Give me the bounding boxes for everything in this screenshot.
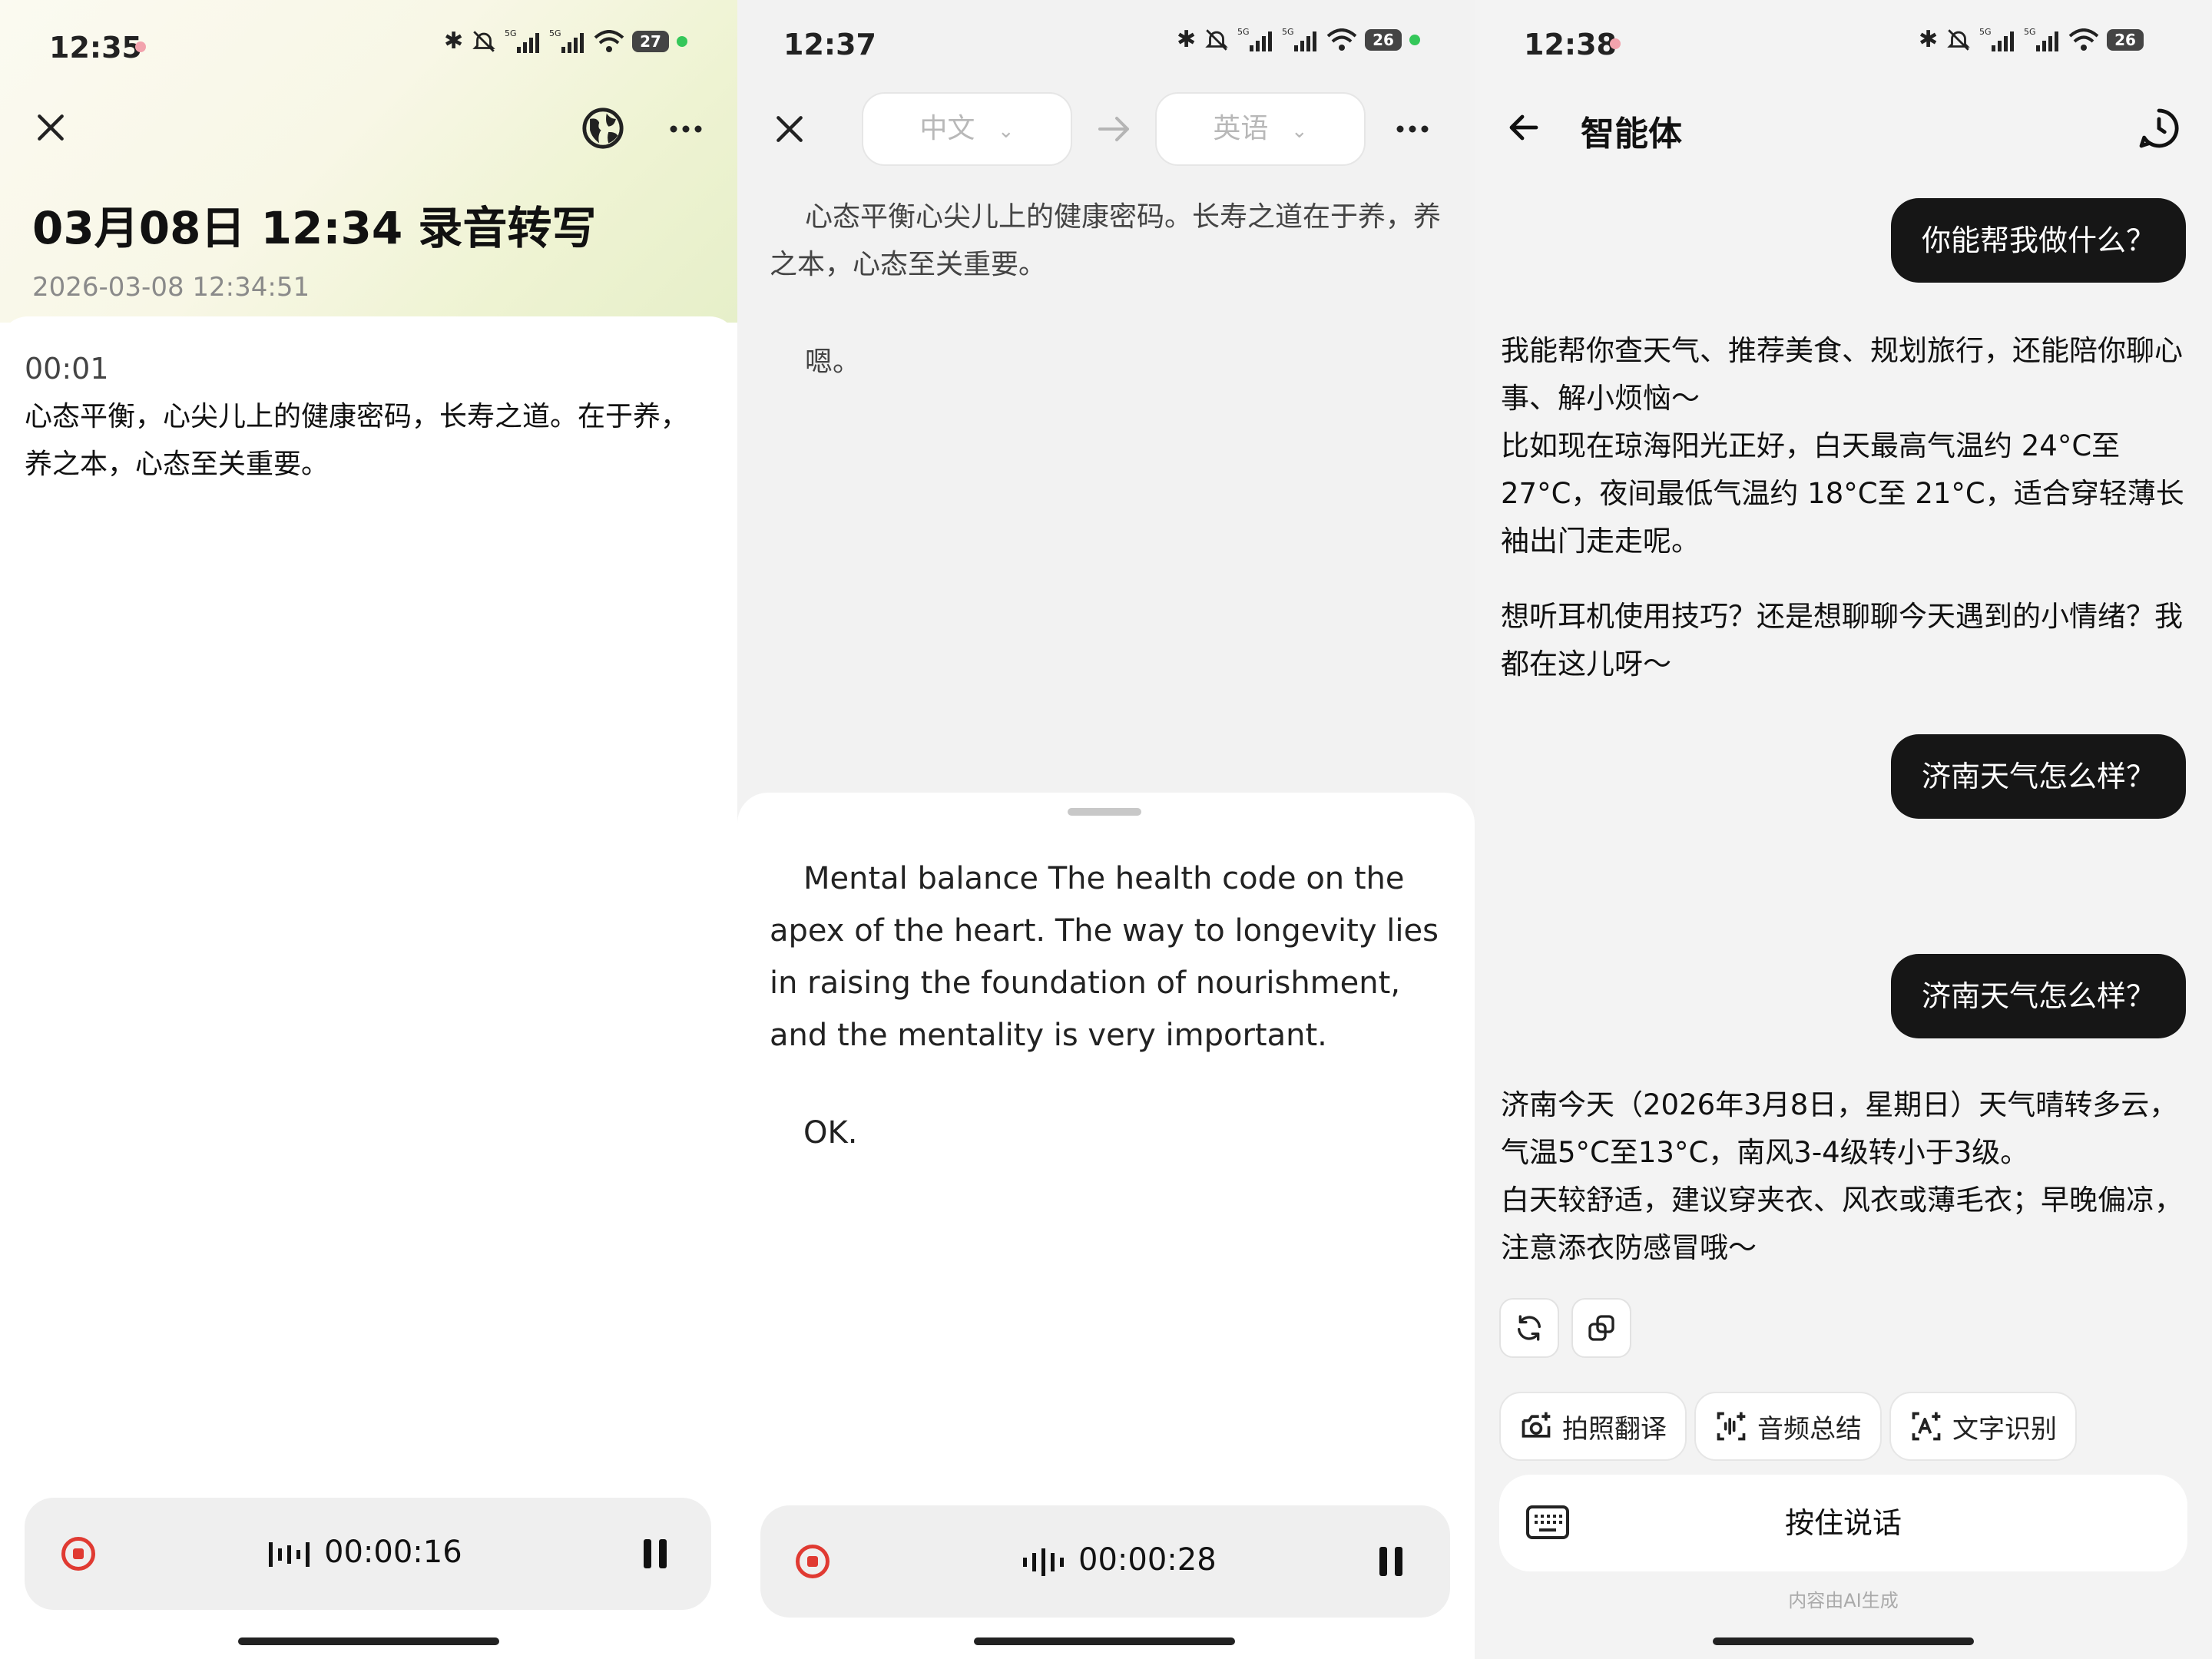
battery-icon: 27 bbox=[632, 30, 669, 52]
bluetooth-icon: ✱ bbox=[444, 28, 464, 55]
waveform-icon bbox=[1023, 1548, 1064, 1576]
signal-5g-icon: 5G bbox=[2024, 27, 2059, 51]
target-language-select[interactable]: 英语 ⌄ bbox=[1155, 92, 1366, 166]
bluetooth-icon: ✱ bbox=[1177, 26, 1197, 53]
signal-5g-icon: 5G bbox=[549, 28, 584, 53]
source-language-select[interactable]: 中文 ⌄ bbox=[862, 92, 1072, 166]
signal-5g-icon: 5G bbox=[505, 28, 540, 53]
page-title: 智能体 bbox=[1581, 114, 1682, 154]
target-language-label: 英语 bbox=[1213, 113, 1269, 144]
user-message-bubble: 济南天气怎么样？ bbox=[1890, 954, 2186, 1038]
hold-to-talk-bar[interactable]: 按住说话 bbox=[1499, 1475, 2187, 1571]
recording-timer: 00:00:28 bbox=[1078, 1542, 1217, 1578]
privacy-dot bbox=[1409, 34, 1420, 45]
chip-photo-translate[interactable]: 拍照翻译 bbox=[1499, 1392, 1687, 1461]
page-title: 03月08日 12:34 录音转写 bbox=[32, 202, 597, 254]
wifi-icon bbox=[594, 29, 624, 52]
user-message-bubble: 你能帮我做什么？ bbox=[1890, 198, 2186, 283]
mute-bell-icon bbox=[1205, 28, 1228, 51]
close-icon[interactable] bbox=[773, 112, 806, 146]
status-time: 12:37 bbox=[783, 28, 876, 61]
chevron-down-icon: ⌄ bbox=[1290, 120, 1308, 143]
ai-disclaimer: 内容由AI生成 bbox=[1788, 1590, 1899, 1611]
svg-text:5G: 5G bbox=[1282, 27, 1294, 37]
waveform-icon bbox=[269, 1542, 310, 1567]
audio-scan-icon bbox=[1717, 1412, 1746, 1441]
battery-icon: 26 bbox=[1365, 28, 1402, 51]
status-icons: ✱ 5G 5G 26 bbox=[1919, 26, 2144, 53]
source-language-label: 中文 bbox=[919, 113, 975, 144]
mute-bell-icon bbox=[472, 30, 495, 52]
recording-timer: 00:00:16 bbox=[324, 1535, 462, 1570]
assistant-message-text: 比如现在琼海阳光正好，白天最高气温约 24°C至 27°C，夜间最低气温约 18… bbox=[1501, 429, 2184, 558]
pause-button[interactable] bbox=[1379, 1547, 1402, 1576]
signal-5g-icon: 5G bbox=[1237, 27, 1273, 51]
assistant-message-text: 想听耳机使用技巧？还是想聊聊今天遇到的小情绪？我都在这儿呀～ bbox=[1501, 600, 2183, 680]
chip-text-recognition[interactable]: 文字识别 bbox=[1889, 1392, 2077, 1461]
copy-button[interactable] bbox=[1571, 1298, 1631, 1358]
hold-to-talk-label: 按住说话 bbox=[1784, 1506, 1902, 1540]
svg-text:5G: 5G bbox=[1237, 27, 1250, 37]
copy-icon bbox=[1588, 1315, 1614, 1341]
status-icons: ✱ 5G 5G 27 bbox=[444, 28, 687, 55]
chip-label: 音频总结 bbox=[1757, 1413, 1862, 1445]
regenerate-button[interactable] bbox=[1499, 1298, 1559, 1358]
more-icon[interactable] bbox=[667, 115, 705, 143]
assistant-message-text: 我能帮你查天气、推荐美食、规划旅行，还能陪你聊心事、解小烦恼～ bbox=[1501, 334, 2183, 415]
svg-text:5G: 5G bbox=[1979, 27, 1992, 37]
recording-datetime: 2026-03-08 12:34:51 bbox=[32, 272, 310, 303]
segment-timestamp: 00:01 bbox=[25, 352, 109, 386]
chip-label: 拍照翻译 bbox=[1562, 1413, 1667, 1445]
bluetooth-icon: ✱ bbox=[1919, 26, 1939, 53]
svg-text:5G: 5G bbox=[505, 28, 517, 38]
source-text: 心态平衡心尖儿上的健康密码。长寿之道在于养，养之本，心态至关重要。 bbox=[770, 201, 1442, 280]
history-clock-icon[interactable] bbox=[2137, 106, 2181, 151]
mute-bell-icon bbox=[1947, 28, 1970, 51]
status-time: 12:38 bbox=[1524, 28, 1617, 61]
status-time: 12:35 bbox=[49, 31, 142, 65]
assistant-message-text: 白天较舒适，建议穿夹衣、风衣或薄毛衣；早晚偏凉，注意添衣防感冒哦～ bbox=[1501, 1184, 2183, 1264]
agent-chat-screen: 12:38 ✱ 5G 5G 26 智能体 你能帮我做什么？ 我能帮你查天气、推荐… bbox=[1475, 0, 2212, 1659]
status-icons: ✱ 5G 5G 26 bbox=[1177, 26, 1420, 53]
home-indicator[interactable] bbox=[238, 1637, 499, 1645]
chevron-down-icon: ⌄ bbox=[997, 120, 1015, 143]
translation-text-2: OK. bbox=[803, 1115, 858, 1151]
camera-icon bbox=[1522, 1412, 1551, 1438]
privacy-dot bbox=[676, 35, 687, 47]
translation-text: Mental balance The health code on the ap… bbox=[770, 861, 1439, 1053]
recording-indicator-icon bbox=[135, 41, 146, 52]
globe-icon[interactable] bbox=[581, 106, 625, 151]
segment-text: 心态平衡，心尖儿上的健康密码，长寿之道。在于养，养之本，心态至关重要。 bbox=[25, 401, 689, 480]
signal-5g-icon: 5G bbox=[1979, 27, 2015, 51]
assistant-message-text: 济南今天（2026年3月8日，星期日）天气晴转多云，气温5°C至13°C，南风3… bbox=[1501, 1088, 2178, 1169]
back-arrow-icon[interactable] bbox=[1505, 109, 1542, 146]
stop-record-button[interactable] bbox=[61, 1537, 95, 1571]
source-text-2: 嗯。 bbox=[805, 346, 861, 378]
recording-transcript-screen: 12:35 ✱ 5G 5G 27 03月08日 12:34 录音转写 2026-… bbox=[0, 0, 737, 1659]
refresh-icon bbox=[1518, 1315, 1541, 1341]
text-scan-icon bbox=[1912, 1412, 1941, 1441]
chip-audio-summary[interactable]: 音频总结 bbox=[1694, 1392, 1882, 1461]
home-indicator[interactable] bbox=[974, 1637, 1235, 1645]
stop-record-button[interactable] bbox=[796, 1545, 830, 1578]
wifi-icon bbox=[1326, 28, 1357, 51]
transcript-card bbox=[0, 316, 737, 1659]
svg-text:5G: 5G bbox=[549, 28, 561, 38]
recording-control-bar: 00:00:28 bbox=[760, 1505, 1450, 1618]
home-indicator[interactable] bbox=[1713, 1637, 1974, 1645]
chip-label: 文字识别 bbox=[1952, 1413, 2057, 1445]
svg-text:5G: 5G bbox=[2024, 27, 2036, 37]
recording-control-bar: 00:00:16 bbox=[25, 1498, 711, 1610]
wifi-icon bbox=[2068, 28, 2099, 51]
more-icon[interactable] bbox=[1393, 115, 1432, 143]
sheet-drag-handle[interactable] bbox=[1068, 808, 1141, 816]
close-icon[interactable] bbox=[34, 111, 68, 144]
user-message-bubble: 济南天气怎么样？ bbox=[1890, 734, 2186, 819]
recording-indicator-icon bbox=[1610, 38, 1621, 49]
battery-icon: 26 bbox=[2107, 28, 2144, 51]
arrow-right-icon bbox=[1098, 117, 1129, 141]
signal-5g-icon: 5G bbox=[1282, 27, 1317, 51]
pause-button[interactable] bbox=[644, 1539, 667, 1568]
translation-screen: 12:37 ✱ 5G 5G 26 中文 ⌄ 英语 ⌄ 心态平衡心尖儿上的健康密码… bbox=[737, 0, 1475, 1659]
